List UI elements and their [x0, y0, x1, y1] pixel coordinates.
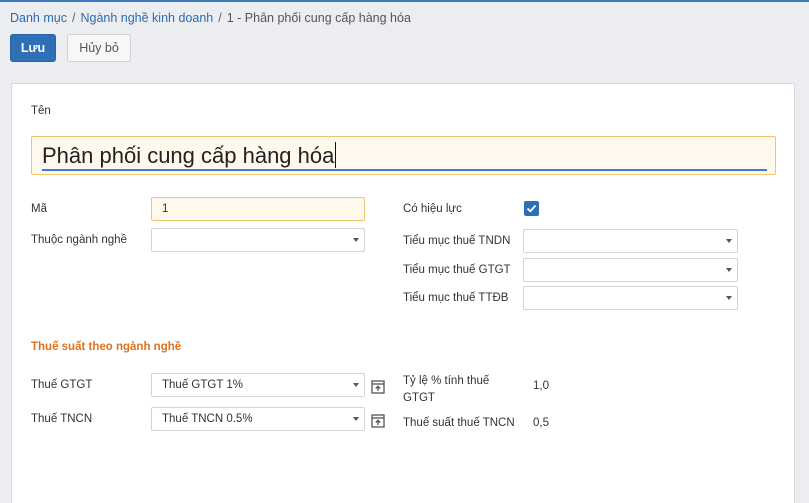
- chevron-down-icon: [353, 383, 359, 387]
- vat-select-value: Thuế GTGT 1%: [162, 379, 243, 391]
- active-label: Có hiệu lực: [403, 203, 462, 215]
- control-panel: Danh mục / Ngành nghề kinh doanh / 1 - Phân …: [0, 2, 809, 72]
- name-input[interactable]: Phân phối cung cấp hàng hóa: [31, 136, 776, 175]
- parent-label: Thuộc ngành nghề: [31, 234, 127, 246]
- form-sheet: Tên Phân phối cung cấp hàng hóa Mã 1 Thu…: [11, 83, 795, 503]
- parent-select[interactable]: [151, 228, 365, 252]
- chevron-down-icon: [353, 238, 359, 242]
- pit-select-value: Thuế TNCN 0.5%: [162, 413, 253, 425]
- gtgt-sub-select[interactable]: [523, 258, 738, 282]
- vat-select[interactable]: Thuế GTGT 1%: [151, 373, 365, 397]
- breadcrumb-current: 1 - Phân phối cung cấp hàng hóa: [226, 11, 411, 25]
- pit-rate-value: 0,5: [533, 417, 549, 429]
- pit-label: Thuế TNCN: [31, 413, 93, 425]
- chevron-down-icon: [726, 268, 732, 272]
- gtgt-sub-label: Tiểu mục thuế GTGT: [403, 264, 511, 276]
- breadcrumb-separator: /: [71, 11, 76, 25]
- active-checkbox[interactable]: [524, 201, 539, 216]
- tax-rate-section-title: Thuế suất theo ngành nghề: [31, 341, 182, 353]
- code-input-value: 1: [162, 203, 169, 215]
- ttdb-label: Tiểu mục thuế TTĐB: [403, 292, 509, 304]
- tndn-select[interactable]: [523, 229, 738, 253]
- code-label: Mã: [31, 203, 47, 215]
- chevron-down-icon: [726, 239, 732, 243]
- name-input-value: Phân phối cung cấp hàng hóa: [42, 143, 335, 168]
- name-label: Tên: [31, 105, 51, 117]
- check-icon: [526, 204, 537, 213]
- chevron-down-icon: [353, 417, 359, 421]
- vat-label: Thuế GTGT: [31, 379, 93, 391]
- discard-button[interactable]: Hủy bỏ: [67, 34, 131, 62]
- external-link-icon[interactable]: [371, 414, 385, 428]
- pit-select[interactable]: Thuế TNCN 0.5%: [151, 407, 365, 431]
- external-link-icon[interactable]: [371, 380, 385, 394]
- ttdb-select[interactable]: [523, 286, 738, 310]
- tndn-label: Tiểu mục thuế TNDN: [403, 235, 511, 247]
- text-cursor: [335, 142, 336, 168]
- breadcrumb: Danh mục / Ngành nghề kinh doanh / 1 - Phân …: [10, 11, 411, 25]
- code-input[interactable]: 1: [151, 197, 365, 221]
- save-button[interactable]: Lưu: [10, 34, 56, 62]
- pit-rate-label: Thuế suất thuế TNCN: [403, 417, 515, 429]
- breadcrumb-item-categories[interactable]: Danh mục: [10, 11, 67, 25]
- breadcrumb-separator: /: [218, 11, 222, 25]
- chevron-down-icon: [726, 296, 732, 300]
- breadcrumb-item-business-lines[interactable]: Ngành nghề kinh doanh: [80, 11, 213, 25]
- vat-rate-label-line1: Tỷ lệ % tính thuế: [403, 375, 490, 387]
- vat-rate-value: 1,0: [533, 380, 549, 392]
- name-input-focus-underline: [42, 169, 767, 171]
- vat-rate-label-line2: GTGT: [403, 392, 435, 404]
